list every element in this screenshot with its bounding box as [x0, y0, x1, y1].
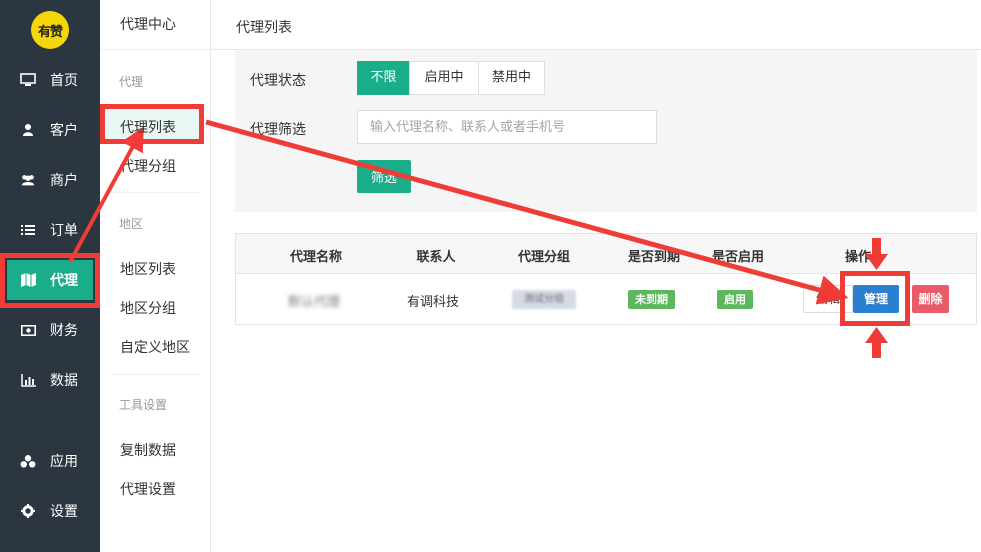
nav-label: 首页: [50, 73, 78, 89]
page-title: 代理列表: [236, 20, 292, 36]
money-icon: [20, 322, 36, 338]
column-header-name: 代理名称: [289, 250, 342, 265]
nav-item-orders[interactable]: 订单: [0, 210, 100, 250]
nav-item-merchants[interactable]: 商户: [0, 160, 100, 200]
nav-label: 订单: [50, 223, 78, 239]
status-filter-label: 代理状态: [250, 73, 306, 89]
nav-label: 客户: [50, 123, 78, 139]
nav-item-apps[interactable]: 应用: [0, 441, 100, 481]
cell-group: 测试分组: [512, 290, 576, 309]
column-header-enabled: 是否启用: [711, 250, 764, 265]
nav-label: 数据: [50, 373, 78, 389]
monitor-icon: [20, 72, 36, 88]
search-input[interactable]: [357, 110, 657, 144]
nav-label: 应用: [50, 454, 78, 470]
nav-label: 商户: [50, 173, 78, 189]
search-filter-label: 代理筛选: [250, 122, 306, 138]
logo-text: 有赞: [37, 24, 63, 40]
submenu-item-custom-region[interactable]: 自定义地区: [120, 337, 190, 357]
submenu-divider: [110, 192, 200, 193]
status-option-disabled[interactable]: 禁用中: [478, 61, 545, 95]
filter-button[interactable]: 筛选: [357, 160, 411, 193]
submenu-item-agent-settings[interactable]: 代理设置: [120, 479, 176, 499]
column-header-actions: 操作: [844, 250, 871, 265]
column-header-contact: 联系人: [416, 250, 456, 265]
expired-status-badge: 未到期: [628, 290, 675, 309]
users-icon: [20, 172, 36, 188]
submenu-item-region-list[interactable]: 地区列表: [120, 259, 176, 279]
submenu-group-region: 地区: [119, 217, 144, 231]
table-header: 代理名称 联系人 代理分组 是否到期 是否启用 操作: [236, 234, 976, 274]
annotation-frame-manage: [840, 271, 910, 326]
nav-label: 财务: [50, 323, 78, 339]
submenu-item-copy-data[interactable]: 复制数据: [120, 440, 176, 460]
nav-item-settings[interactable]: 设置: [0, 491, 100, 531]
nav-item-customers[interactable]: 客户: [0, 110, 100, 150]
nav-item-data[interactable]: 数据: [0, 360, 100, 400]
list-icon: [20, 222, 36, 238]
bar-chart-icon: [20, 372, 36, 388]
enabled-status-badge: 启用: [717, 290, 753, 309]
submenu-group-agents: 代理: [119, 75, 144, 89]
column-header-group: 代理分组: [517, 250, 570, 265]
submenu-panel: 代理中心 代理 代理列表 代理分组 地区 地区列表 地区分组 自定义地区 工具设…: [100, 0, 211, 552]
submenu-group-tools: 工具设置: [119, 398, 168, 412]
brand-logo[interactable]: 有赞: [31, 11, 69, 49]
submenu-item-agent-list[interactable]: 代理列表: [120, 117, 176, 137]
cell-contact: 有调科技: [407, 295, 460, 310]
submenu-title: 代理中心: [100, 0, 211, 50]
gear-icon: [20, 503, 36, 519]
submenu-divider: [110, 374, 200, 375]
column-header-expired: 是否到期: [627, 250, 680, 265]
status-option-all[interactable]: 不限: [357, 61, 410, 95]
nav-item-finance[interactable]: 财务: [0, 310, 100, 350]
nav-item-home[interactable]: 首页: [0, 60, 100, 100]
apps-icon: [20, 453, 36, 469]
submenu-item-agent-group[interactable]: 代理分组: [120, 156, 176, 176]
cell-agent-name: 默认代理: [288, 295, 341, 310]
annotation-frame-nav: [0, 253, 100, 308]
user-icon: [20, 122, 36, 138]
page-header: 代理列表: [211, 0, 981, 50]
nav-label: 设置: [50, 504, 78, 520]
submenu-item-region-group[interactable]: 地区分组: [120, 298, 176, 318]
status-option-enabled[interactable]: 启用中: [409, 61, 479, 95]
delete-button[interactable]: 删除: [912, 285, 949, 313]
